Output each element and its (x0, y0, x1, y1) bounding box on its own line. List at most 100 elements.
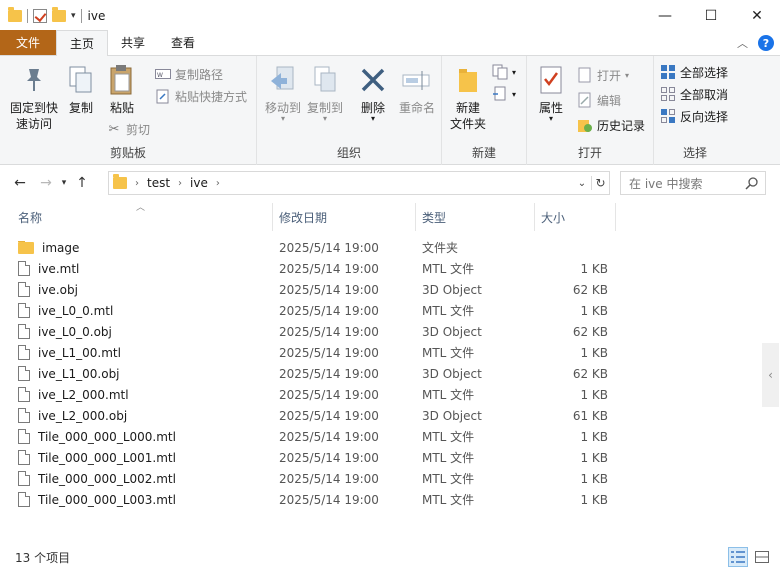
search-input[interactable]: 在 ive 中搜索 (620, 171, 766, 195)
address-bar[interactable]: › test › ive › ⌄ ↻ (108, 171, 610, 195)
open-button[interactable]: 打开 ▾ (577, 65, 629, 85)
file-row[interactable]: ive_L2_000.obj 2025/5/14 19:00 3D Object 61… (0, 405, 762, 426)
tab-view[interactable]: 查看 (158, 30, 208, 55)
divider (27, 8, 28, 23)
paste-shortcut-button[interactable]: 粘贴快捷方式 (155, 86, 247, 106)
file-row[interactable]: ive_L2_000.mtl 2025/5/14 19:00 MTL 文件 1 KB (0, 384, 762, 405)
file-type: MTL 文件 (422, 472, 475, 486)
file-size: 62 KB (572, 324, 608, 339)
rename-button[interactable]: 重命名 (395, 64, 439, 116)
file-row[interactable]: ive_L0_0.obj 2025/5/14 19:00 3D Object 62 K… (0, 321, 762, 342)
history-button[interactable]: 历史记录 (577, 115, 645, 135)
easy-access-button[interactable]: ▾ (492, 84, 516, 104)
file-row[interactable]: ive.obj 2025/5/14 19:00 3D Object 62 KB (0, 279, 762, 300)
file-name: ive_L0_0.mtl (38, 303, 114, 318)
new-folder-button[interactable]: 新建 文件夹 (448, 64, 488, 132)
delete-button[interactable]: 删除 ▾ (353, 64, 393, 123)
customize-quick-access-icon[interactable]: ▾ (71, 11, 76, 21)
file-size: 61 KB (572, 408, 608, 423)
file-date: 2025/5/14 19:00 (279, 303, 379, 318)
file-type: MTL 文件 (422, 493, 475, 507)
file-type: MTL 文件 (422, 304, 475, 318)
file-row[interactable]: ive_L0_0.mtl 2025/5/14 19:00 MTL 文件 1 KB (0, 300, 762, 321)
copy-button[interactable]: 复制 (64, 64, 98, 116)
column-date[interactable]: 修改日期 (273, 203, 416, 231)
up-arrow-icon[interactable]: ↑ (71, 175, 93, 191)
forward-arrow-icon[interactable]: → (35, 175, 57, 191)
easy-access-icon (492, 86, 508, 102)
breadcrumb-ive[interactable]: ive (190, 176, 208, 190)
address-dropdown-icon[interactable]: ⌄ (573, 178, 591, 189)
file-icon (18, 303, 30, 318)
copy-label: 复制 (68, 101, 93, 115)
search-icon[interactable] (745, 176, 759, 193)
file-type: 3D Object (422, 408, 482, 423)
file-size: 62 KB (572, 282, 608, 297)
invert-selection-label: 反向选择 (680, 109, 729, 124)
back-arrow-icon[interactable]: ← (9, 175, 31, 191)
copy-path-button[interactable]: W 复制路径 (155, 64, 223, 84)
close-button[interactable]: ✕ (734, 0, 780, 31)
recent-locations-icon[interactable]: ▾ (57, 178, 71, 188)
chevron-right-icon[interactable]: › (216, 178, 220, 189)
scissors-icon: ✂ (108, 121, 120, 137)
column-name[interactable]: ︿ 名称 (0, 203, 273, 231)
details-view-button[interactable] (728, 547, 748, 567)
file-row[interactable]: ive_L1_00.obj 2025/5/14 19:00 3D Object 62 … (0, 363, 762, 384)
breadcrumb-test[interactable]: test (147, 176, 170, 190)
properties-button[interactable]: 属性 ▾ (533, 64, 569, 123)
divider (80, 8, 82, 23)
collapse-ribbon-icon[interactable]: ︿ (737, 35, 748, 51)
column-type-label: 类型 (422, 210, 447, 225)
refresh-icon[interactable]: ↻ (591, 176, 609, 190)
maximize-button[interactable]: ☐ (688, 0, 734, 31)
file-name-cell: Tile_000_000_L003.mtl (0, 492, 273, 507)
copy-to-button[interactable]: 复制到 ▾ (303, 64, 347, 123)
pin-quick-access-button[interactable]: 固定到快 速访问 (6, 64, 62, 132)
file-icon (18, 282, 30, 297)
help-icon[interactable]: ? (758, 35, 774, 51)
move-to-button[interactable]: 移动到 ▾ (261, 64, 305, 123)
invert-selection-button[interactable]: 反向选择 (660, 106, 728, 126)
column-size[interactable]: 大小 (535, 203, 616, 231)
file-row[interactable]: Tile_000_000_L000.mtl 2025/5/14 19:00 MTL … (0, 426, 762, 447)
file-name-cell: ive_L2_000.obj (0, 408, 273, 423)
file-date: 2025/5/14 19:00 (279, 471, 379, 486)
large-icons-view-button[interactable] (752, 547, 772, 567)
select-all-label: 全部选择 (680, 65, 729, 80)
minimize-button[interactable]: — (642, 0, 688, 31)
scrollbar[interactable]: ‹ (762, 343, 779, 407)
tab-file[interactable]: 文件 (0, 30, 56, 55)
cut-button[interactable]: ✂ 剪切 (106, 119, 150, 139)
file-name: Tile_000_000_L002.mtl (38, 471, 176, 486)
paste-button[interactable]: 粘贴 (104, 64, 140, 116)
ribbon: 固定到快 速访问 复制 粘贴 W 复制路径 粘贴快捷方式 ✂ 剪切 剪贴板 移动… (0, 56, 780, 165)
chevron-right-icon[interactable]: › (135, 178, 139, 189)
file-date: 2025/5/14 19:00 (279, 240, 379, 255)
file-row[interactable]: Tile_000_000_L001.mtl 2025/5/14 19:00 MTL … (0, 447, 762, 468)
select-all-button[interactable]: 全部选择 (660, 62, 728, 82)
file-icon (18, 387, 30, 402)
file-row[interactable]: ive_L1_00.mtl 2025/5/14 19:00 MTL 文件 1 KB (0, 342, 762, 363)
tab-share[interactable]: 共享 (108, 30, 158, 55)
file-row[interactable]: Tile_000_000_L002.mtl 2025/5/14 19:00 MTL … (0, 468, 762, 489)
properties-quick-icon[interactable] (33, 8, 47, 23)
new-item-button[interactable]: ▾ (492, 62, 516, 82)
move-to-icon (267, 64, 299, 96)
edit-button[interactable]: 编辑 (577, 90, 621, 110)
file-name-cell: ive_L1_00.obj (0, 366, 273, 381)
tab-home[interactable]: 主页 (56, 30, 109, 56)
file-name: image (42, 240, 80, 255)
chevron-right-icon[interactable]: › (178, 178, 182, 189)
file-row[interactable]: ive.mtl 2025/5/14 19:00 MTL 文件 1 KB (0, 258, 762, 279)
column-type[interactable]: 类型 (416, 203, 535, 231)
file-row[interactable]: Tile_000_000_L003.mtl 2025/5/14 19:00 MTL … (0, 489, 762, 510)
new-folder-quick-icon[interactable] (52, 6, 66, 22)
select-none-button[interactable]: 全部取消 (660, 84, 728, 104)
file-size: 1 KB (580, 471, 608, 486)
file-size: 1 KB (580, 261, 608, 276)
file-date: 2025/5/14 19:00 (279, 261, 379, 276)
history-icon (577, 117, 593, 133)
file-name: Tile_000_000_L000.mtl (38, 429, 176, 444)
file-row[interactable]: image 2025/5/14 19:00 文件夹 (0, 237, 762, 258)
